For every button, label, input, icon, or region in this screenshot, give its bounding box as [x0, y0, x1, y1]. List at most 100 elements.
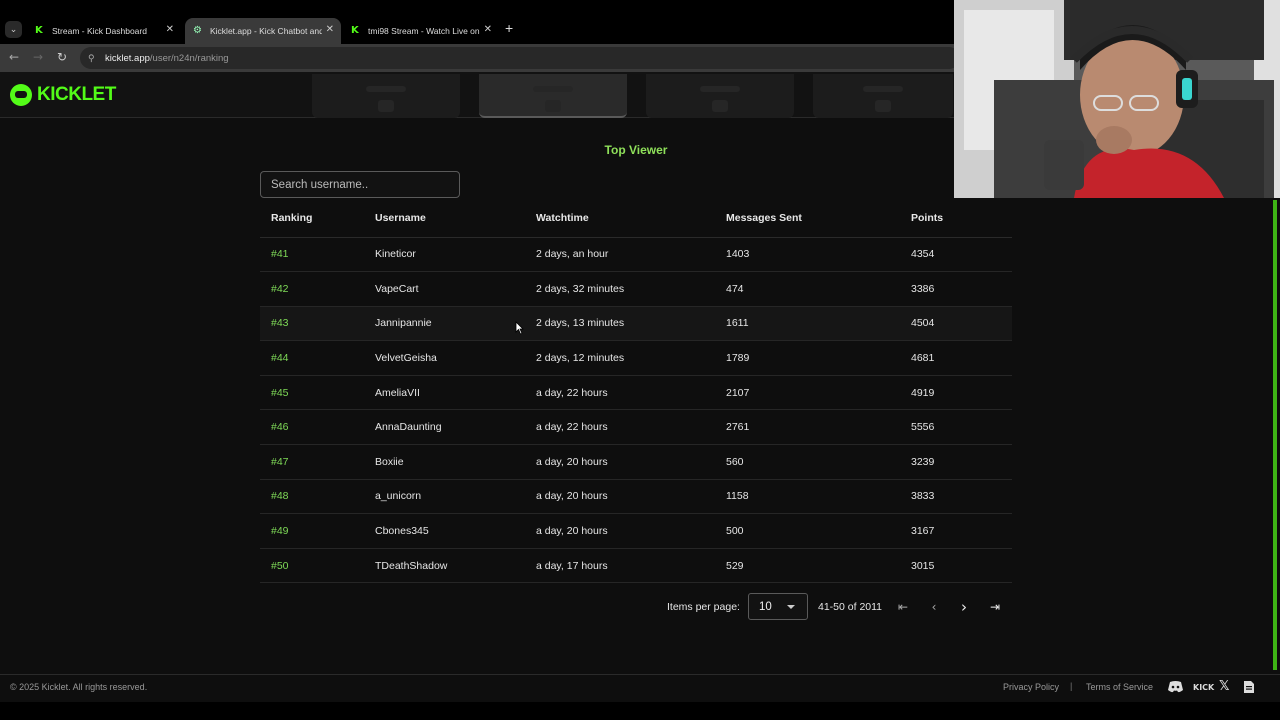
table-row[interactable]: #42 VapeCart 2 days, 32 minutes 474 3386 [260, 271, 1012, 307]
rank-cell: #49 [260, 513, 364, 549]
points-cell: 4681 [900, 340, 1012, 376]
dropdown-caret-icon [787, 605, 795, 609]
username-cell: a_unicorn [364, 479, 525, 515]
url-path: /user/n24n/ranking [149, 52, 229, 64]
mouse-cursor-icon [515, 321, 524, 335]
username-cell: TDeathShadow [364, 548, 525, 584]
close-icon[interactable]: ✕ [326, 25, 334, 35]
messages-cell: 2107 [715, 375, 900, 411]
table-row[interactable]: #41 Kineticor 2 days, an hour 1403 4354 [260, 237, 1012, 273]
table-row[interactable]: #45 AmeliaVII a day, 22 hours 2107 4919 [260, 375, 1012, 411]
items-per-page-select[interactable]: 10 [748, 593, 808, 620]
next-page-icon[interactable]: › [953, 596, 975, 618]
kick-icon[interactable]: KICK [1193, 683, 1214, 692]
username-cell: Jannipannie [364, 306, 525, 342]
kick-icon: K [351, 25, 359, 36]
points-cell: 3833 [900, 479, 1012, 515]
username-cell: Boxiie [364, 444, 525, 480]
tab-search-chevron-icon[interactable]: ⌄ [5, 21, 22, 38]
forward-arrow-icon[interactable]: → [33, 51, 43, 63]
stat-card-blurred [312, 74, 460, 118]
watchtime-cell: a day, 22 hours [525, 409, 715, 446]
username-cell: AmeliaVII [364, 375, 525, 411]
table-row[interactable]: #46 AnnaDaunting a day, 22 hours 2761 55… [260, 409, 1012, 446]
kicklet-logo-icon [10, 84, 32, 106]
username-cell: VelvetGeisha [364, 340, 525, 376]
stat-card-blurred-selected [479, 74, 627, 118]
table-row[interactable]: #48 a_unicorn a day, 20 hours 1158 3833 [260, 479, 1012, 515]
table-row[interactable]: #43 Jannipannie 2 days, 13 minutes 1611 … [260, 306, 1012, 342]
items-per-page-value: 10 [759, 601, 772, 613]
url-host: kicklet.app [105, 52, 150, 64]
copyright-text: © 2025 Kicklet. All rights reserved. [10, 682, 148, 692]
table-row[interactable]: #49 Cbones345 a day, 20 hours 500 3167 [260, 513, 1012, 549]
back-arrow-icon[interactable]: ← [9, 51, 19, 63]
pagination: Items per page: 10 41-50 of 2011 ⇤ ‹ › ⇥ [0, 593, 1280, 621]
x-twitter-icon[interactable]: 𝕏 [1219, 679, 1229, 694]
close-icon[interactable]: ✕ [484, 25, 492, 35]
main-content: Top Viewer Ranking Username Watchtime Me… [0, 118, 1280, 674]
first-page-icon[interactable]: ⇤ [892, 596, 914, 618]
messages-cell: 474 [715, 271, 900, 307]
tab-title: Kicklet.app - Kick Chatbot and [210, 26, 322, 36]
points-cell: 3239 [900, 444, 1012, 480]
table-row[interactable]: #47 Boxiie a day, 20 hours 560 3239 [260, 444, 1012, 480]
watchtime-cell: a day, 20 hours [525, 513, 715, 549]
watchtime-cell: 2 days, an hour [525, 237, 715, 273]
rank-cell: #45 [260, 375, 364, 411]
watchtime-cell: a day, 20 hours [525, 444, 715, 480]
scrollbar[interactable] [1273, 200, 1277, 670]
rank-cell: #46 [260, 409, 364, 446]
items-per-page-label: Items per page: [667, 601, 740, 613]
search-input[interactable] [260, 171, 460, 198]
column-header-ranking[interactable]: Ranking [260, 200, 364, 238]
stat-card-blurred [646, 74, 794, 118]
watchtime-cell: a day, 20 hours [525, 479, 715, 515]
column-header-watchtime[interactable]: Watchtime [525, 200, 715, 238]
last-page-icon[interactable]: ⇥ [984, 596, 1006, 618]
username-cell: AnnaDaunting [364, 409, 525, 446]
column-header-points[interactable]: Points [900, 200, 1012, 238]
logo-text: KICKLET [37, 84, 116, 105]
points-cell: 3015 [900, 548, 1012, 584]
column-header-messages-sent[interactable]: Messages Sent [715, 200, 900, 238]
previous-page-icon[interactable]: ‹ [923, 596, 945, 618]
points-cell: 4354 [900, 237, 1012, 273]
rank-cell: #41 [260, 237, 364, 273]
username-cell: Kineticor [364, 237, 525, 273]
points-cell: 3167 [900, 513, 1012, 549]
table-row[interactable]: #44 VelvetGeisha 2 days, 12 minutes 1789… [260, 340, 1012, 376]
footer: © 2025 Kicklet. All rights reserved. Pri… [0, 674, 1280, 702]
webcam-overlay [954, 0, 1280, 198]
kicklet-logo[interactable]: KICKLET [10, 84, 116, 106]
table-header-row: Ranking Username Watchtime Messages Sent… [260, 200, 1012, 238]
tab-kick-dashboard[interactable]: K Stream - Kick Dashboard ✕ [27, 18, 181, 44]
document-icon[interactable] [1243, 680, 1255, 697]
stat-card-blurred [813, 74, 953, 118]
reload-icon[interactable]: ↻ [57, 51, 67, 63]
discord-icon[interactable] [1167, 680, 1184, 696]
new-tab-plus-icon[interactable]: + [505, 21, 513, 35]
ranking-table: Ranking Username Watchtime Messages Sent… [260, 200, 1012, 584]
kick-icon: K [35, 25, 43, 36]
watchtime-cell: a day, 17 hours [525, 548, 715, 584]
messages-cell: 1403 [715, 237, 900, 273]
bottom-bar [0, 702, 1280, 720]
messages-cell: 2761 [715, 409, 900, 446]
messages-cell: 560 [715, 444, 900, 480]
webcam-image [954, 0, 1280, 198]
close-icon[interactable]: ✕ [166, 25, 174, 35]
address-bar[interactable]: ⚲ kicklet.app/user/n24n/ranking [80, 47, 960, 69]
site-info-icon[interactable]: ⚲ [88, 53, 99, 64]
column-header-username[interactable]: Username [364, 200, 525, 238]
tab-kicklet[interactable]: ⚙ Kicklet.app - Kick Chatbot and ✕ [185, 18, 341, 44]
tab-tmi98-stream[interactable]: K tmi98 Stream - Watch Live on ✕ [343, 18, 499, 44]
watchtime-cell: 2 days, 13 minutes [525, 306, 715, 342]
page-range: 41-50 of 2011 [818, 601, 883, 613]
terms-of-service-link[interactable]: Terms of Service [1086, 682, 1153, 692]
privacy-policy-link[interactable]: Privacy Policy [1003, 682, 1059, 692]
tab-title: tmi98 Stream - Watch Live on [368, 26, 480, 36]
messages-cell: 1158 [715, 479, 900, 515]
rank-cell: #44 [260, 340, 364, 376]
table-row[interactable]: #50 TDeathShadow a day, 17 hours 529 301… [260, 548, 1012, 584]
